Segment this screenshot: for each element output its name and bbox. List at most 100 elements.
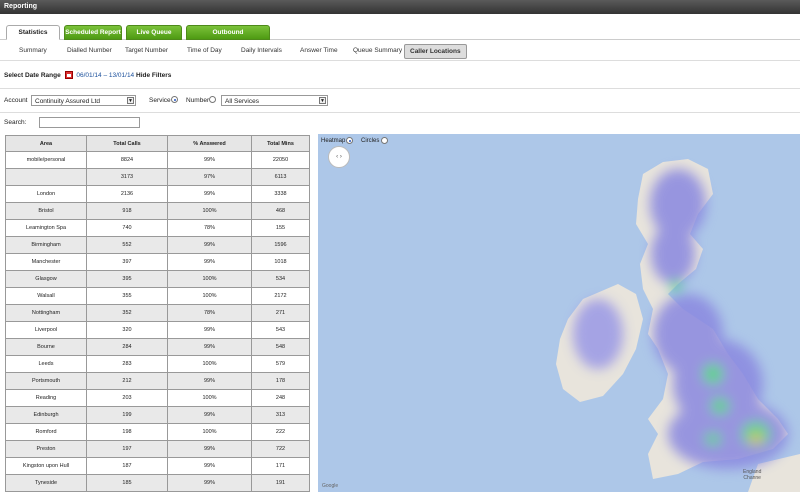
service-label: Service	[149, 97, 171, 104]
cell-total-calls: 197	[86, 440, 168, 458]
hide-filters-link[interactable]: Hide Filters	[136, 72, 171, 79]
table-row[interactable]: Walsall 355 100% 2172	[5, 287, 310, 305]
cell-area: Preston	[5, 440, 87, 458]
cell-total-mins: 1596	[251, 236, 310, 254]
cell-area: Glasgow	[5, 270, 87, 288]
table-row[interactable]: Nottingham 352 78% 271	[5, 304, 310, 322]
table-row[interactable]: Romford 198 100% 222	[5, 423, 310, 441]
tab-statistics[interactable]: Statistics	[6, 25, 60, 40]
cell-total-calls: 397	[86, 253, 168, 271]
cell-total-calls: 2136	[86, 185, 168, 203]
cell-total-mins: 2172	[251, 287, 310, 305]
cell-answered: 99%	[167, 474, 252, 492]
table-header-row: Area Total Calls % Answered Total Mins	[5, 135, 310, 152]
calendar-icon[interactable]	[64, 71, 73, 79]
cell-area: Manchester	[5, 253, 87, 271]
column-header-answered[interactable]: % Answered	[167, 135, 252, 152]
cell-answered: 99%	[167, 338, 252, 356]
cell-answered: 100%	[167, 423, 252, 441]
service-select[interactable]: All Services ▼	[221, 95, 328, 106]
table-row[interactable]: Liverpool 320 99% 543	[5, 321, 310, 339]
cell-area: Portsmouth	[5, 372, 87, 390]
cell-total-mins: 171	[251, 457, 310, 475]
window-title: Reporting	[4, 3, 38, 10]
tab-scheduled-report[interactable]: Scheduled Report	[64, 25, 122, 40]
column-header-total-calls[interactable]: Total Calls	[86, 135, 168, 152]
table-row[interactable]: Portsmouth 212 99% 178	[5, 372, 310, 390]
cell-total-calls: 740	[86, 219, 168, 237]
table-row[interactable]: Preston 197 99% 722	[5, 440, 310, 458]
cell-total-calls: 552	[86, 236, 168, 254]
map-attribution: England Channe	[743, 469, 762, 481]
window-titlebar: Reporting	[0, 0, 800, 14]
account-select-value: Continuity Assured Ltd	[35, 98, 101, 105]
cell-answered: 99%	[167, 253, 252, 271]
subnav-time-of-day[interactable]: Time of Day	[187, 47, 222, 54]
subnav-answer-time[interactable]: Answer Time	[300, 47, 338, 54]
subnav-daily-intervals[interactable]: Daily Intervals	[241, 47, 282, 54]
table-row[interactable]: Leamington Spa 740 78% 155	[5, 219, 310, 237]
cell-answered: 99%	[167, 185, 252, 203]
tab-live-queue[interactable]: Live Queue	[126, 25, 182, 40]
subnav-queue-summary[interactable]: Queue Summary	[353, 47, 402, 54]
cell-answered: 97%	[167, 168, 252, 186]
circles-radio[interactable]	[381, 137, 388, 144]
cell-total-mins: 6113	[251, 168, 310, 186]
cell-total-mins: 191	[251, 474, 310, 492]
subnav-caller-locations[interactable]: Caller Locations	[404, 44, 467, 59]
search-label: Search:	[4, 119, 27, 126]
column-header-total-mins[interactable]: Total Mins	[251, 135, 310, 152]
table-row[interactable]: Birmingham 552 99% 1596	[5, 236, 310, 254]
chevron-down-icon: ▼	[319, 97, 326, 104]
cell-answered: 100%	[167, 389, 252, 407]
cell-area: Kingston upon Hull	[5, 457, 87, 475]
subnav-target-number[interactable]: Target Number	[125, 47, 168, 54]
number-label: Number	[186, 97, 210, 104]
account-select[interactable]: Continuity Assured Ltd ▼	[31, 95, 136, 106]
cell-answered: 100%	[167, 202, 252, 220]
cell-total-calls: 283	[86, 355, 168, 373]
table-row[interactable]: mobile/personal 8824 99% 22050	[5, 151, 310, 169]
caller-map[interactable]: Heatmap Circles ‹ › England Channe Googl…	[318, 134, 800, 492]
table-row[interactable]: Bristol 918 100% 468	[5, 202, 310, 220]
filter-row: Account Continuity Assured Ltd ▼ Service…	[4, 95, 800, 107]
cell-total-calls: 187	[86, 457, 168, 475]
table-row[interactable]: Tyneside 185 99% 191	[5, 474, 310, 492]
cell-total-calls: 395	[86, 270, 168, 288]
cell-total-calls: 185	[86, 474, 168, 492]
cell-total-calls: 8824	[86, 151, 168, 169]
service-radio[interactable]	[171, 96, 178, 103]
divider	[0, 112, 800, 113]
cell-area	[5, 168, 87, 186]
heatmap-radio[interactable]	[346, 137, 353, 144]
table-row[interactable]: 3173 97% 6113	[5, 168, 310, 186]
table-row[interactable]: London 2136 99% 3338	[5, 185, 310, 203]
google-logo: Google	[322, 483, 339, 489]
cell-total-mins: 548	[251, 338, 310, 356]
date-range-value[interactable]: 06/01/14 – 13/01/14	[76, 72, 134, 79]
table-row[interactable]: Manchester 397 99% 1018	[5, 253, 310, 271]
table-row[interactable]: Bourne 284 99% 548	[5, 338, 310, 356]
cell-total-calls: 212	[86, 372, 168, 390]
column-header-area[interactable]: Area	[5, 135, 87, 152]
table-row[interactable]: Edinburgh 199 99% 313	[5, 406, 310, 424]
cell-area: Leamington Spa	[5, 219, 87, 237]
cell-area: Walsall	[5, 287, 87, 305]
cell-area: Leeds	[5, 355, 87, 373]
table-row[interactable]: Reading 203 100% 248	[5, 389, 310, 407]
table-row[interactable]: Glasgow 395 100% 534	[5, 270, 310, 288]
account-label: Account	[4, 97, 28, 104]
cell-total-mins: 22050	[251, 151, 310, 169]
cell-total-mins: 722	[251, 440, 310, 458]
number-radio[interactable]	[209, 96, 216, 103]
tab-outbound[interactable]: Outbound	[186, 25, 270, 40]
date-filter-row: Select Date Range 06/01/14 – 13/01/14 Hi…	[4, 71, 171, 79]
table-row[interactable]: Kingston upon Hull 187 99% 171	[5, 457, 310, 475]
subnav-dialled-number[interactable]: Dialled Number	[67, 47, 112, 54]
cell-area: Nottingham	[5, 304, 87, 322]
cell-total-calls: 284	[86, 338, 168, 356]
subnav-summary[interactable]: Summary	[19, 47, 47, 54]
table-row[interactable]: Leeds 283 100% 579	[5, 355, 310, 373]
pan-control-icon[interactable]: ‹ ›	[328, 146, 350, 168]
search-input[interactable]	[39, 117, 140, 128]
